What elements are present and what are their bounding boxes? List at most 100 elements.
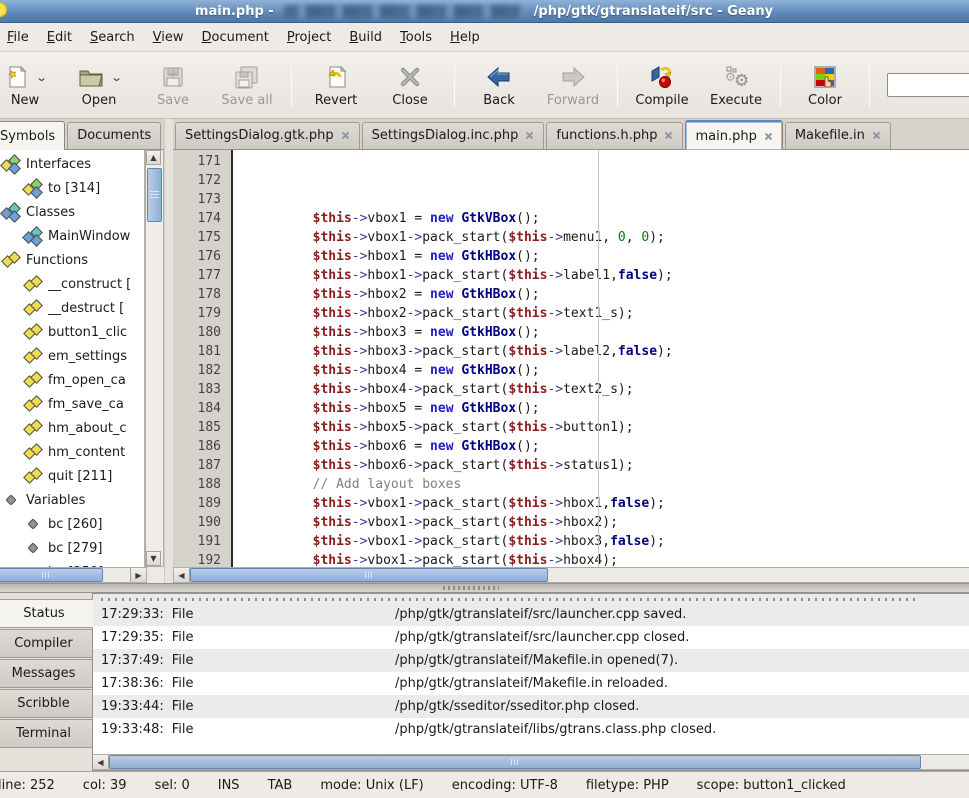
close-button[interactable]: Close — [373, 60, 447, 110]
menu-tools[interactable]: Tools — [391, 26, 441, 49]
scroll-up-button[interactable]: ▲ — [146, 150, 161, 165]
message-path: /php/gtk/gtranslateif/src/launcher.cpp c… — [395, 630, 689, 645]
tree-item-button1-clic[interactable]: button1_clic — [0, 320, 144, 344]
tab-settingsdialog-inc-php[interactable]: SettingsDialog.inc.php — [362, 122, 545, 149]
panel-tab-terminal[interactable]: Terminal — [0, 719, 92, 748]
sidebar-horizontal-scrollbar[interactable]: ▶ — [0, 567, 147, 583]
new-dropdown-icon[interactable]: ⌄ — [35, 71, 48, 84]
titlebar[interactable]: main.php - /php/gtk/gtranslateif/src - G… — [0, 0, 969, 23]
code-line: $this->vbox1->pack_start($this->hbox2); — [250, 513, 969, 532]
message-row[interactable]: 17:29:35:File/php/gtk/gtranslateif/src/l… — [93, 626, 969, 649]
tab-documents[interactable]: Documents — [67, 122, 161, 149]
compile-button[interactable]: Compile — [625, 60, 699, 110]
goto-entry-wrap — [887, 73, 969, 97]
tab-makefile-in[interactable]: Makefile.in — [785, 122, 891, 149]
back-arrow-icon — [485, 63, 513, 91]
execute-button[interactable]: ⚙⚙Execute — [699, 60, 773, 110]
panel-tab-compiler[interactable]: Compiler — [0, 629, 92, 658]
panel-tab-scribble[interactable]: Scribble — [0, 689, 92, 718]
tree-item-label: button1_clic — [48, 325, 127, 340]
tree-item-em-settings[interactable]: em_settings — [0, 344, 144, 368]
scroll-left-button[interactable]: ◀ — [174, 568, 190, 582]
code-text[interactable]: $this->vbox1 = new GtkVBox(); $this->vbo… — [246, 150, 969, 567]
message-row[interactable]: 17:29:33:File/php/gtk/gtranslateif/src/l… — [93, 603, 969, 626]
scroll-left-button[interactable]: ◀ — [93, 755, 109, 769]
menu-edit[interactable]: Edit — [38, 26, 81, 49]
revert-button[interactable]: Revert — [299, 60, 373, 110]
tree-item-fm-open-ca[interactable]: fm_open_ca — [0, 368, 144, 392]
tree-item-variables[interactable]: ▼Variables — [0, 488, 144, 512]
tree-item-bc-279-[interactable]: bc [279] — [0, 536, 144, 560]
tree-item-quit-211-[interactable]: quit [211] — [0, 464, 144, 488]
messages-horizontal-scrollbar[interactable]: ◀ — [93, 754, 969, 770]
symbols-tree: ▼Interfacesto [314]▼ClassesMainWindow▼Fu… — [0, 150, 145, 567]
message-row[interactable]: 19:33:44:File/php/gtk/sseditor/sseditor.… — [93, 695, 969, 718]
menu-document[interactable]: Document — [193, 26, 278, 49]
sidebar-splitter[interactable] — [164, 119, 173, 583]
tree-item-label: bc [260] — [48, 517, 103, 532]
sidebar-vertical-scrollbar[interactable]: ▲ ▼ — [145, 150, 164, 567]
message-row[interactable]: 17:37:49:File/php/gtk/gtranslateif/Makef… — [93, 649, 969, 672]
line-number: 184 — [173, 399, 221, 418]
menu-project[interactable]: Project — [278, 26, 341, 49]
line-number: 186 — [173, 437, 221, 456]
status-item-3: INS — [218, 778, 240, 793]
tab-settingsdialog-gtk-php[interactable]: SettingsDialog.gtk.php — [175, 122, 360, 149]
scroll-right-button[interactable]: ▶ — [130, 568, 146, 582]
sidebar: SymbolsDocuments ▼Interfacesto [314]▼Cla… — [0, 119, 164, 583]
menu-file[interactable]: File — [0, 26, 38, 49]
menu-search[interactable]: Search — [81, 26, 144, 49]
tab-main-php[interactable]: main.php — [685, 120, 782, 150]
open-dropdown-icon[interactable]: ⌄ — [110, 71, 123, 84]
tree-item-classes[interactable]: ▼Classes — [0, 200, 144, 224]
toolbar-separator — [869, 62, 870, 108]
new-button[interactable]: ⌄New — [0, 60, 62, 110]
scrollbar-thumb[interactable] — [190, 568, 548, 582]
tab-close-icon[interactable] — [341, 131, 350, 140]
tree-item-mainwindow[interactable]: MainWindow — [0, 224, 144, 248]
menu-build[interactable]: Build — [340, 26, 391, 49]
menu-help[interactable]: Help — [441, 26, 489, 49]
tree-item-hm-content[interactable]: hm_content — [0, 440, 144, 464]
goto-line-entry[interactable] — [887, 73, 969, 97]
tab-functions-h-php[interactable]: functions.h.php — [546, 122, 683, 149]
message-row[interactable]: 19:33:48:File/php/gtk/gtranslateif/libs/… — [93, 718, 969, 741]
tree-item-fm-save-ca[interactable]: fm_save_ca — [0, 392, 144, 416]
message-label: File — [172, 653, 194, 668]
tree-item--destruct-[interactable]: __destruct [ — [0, 296, 144, 320]
tree-item-interfaces[interactable]: ▼Interfaces — [0, 152, 144, 176]
code-line: $this->vbox1->pack_start($this->hbox3,fa… — [250, 532, 969, 551]
tab-close-icon[interactable] — [872, 131, 881, 140]
status-message-list[interactable]: 17:29:33:File/php/gtk/gtranslateif/src/l… — [92, 593, 969, 771]
scrollbar-thumb[interactable] — [147, 168, 162, 222]
tree-item-bc-260-[interactable]: bc [260] — [0, 512, 144, 536]
back-button[interactable]: Back — [462, 60, 536, 110]
tree-item-functions[interactable]: ▼Functions — [0, 248, 144, 272]
color-button[interactable]: Color — [788, 60, 862, 110]
tree-item-label: em_settings — [48, 349, 127, 364]
panel-splitter[interactable] — [0, 583, 969, 593]
tree-item-bo-259-[interactable]: bo [259] — [0, 560, 144, 567]
message-row[interactable]: 17:38:36:File/php/gtk/gtranslateif/Makef… — [93, 672, 969, 695]
editor-horizontal-scrollbar[interactable]: ◀ — [173, 567, 969, 583]
panel-tab-messages[interactable]: Messages — [0, 659, 92, 688]
line-number: 181 — [173, 342, 221, 361]
open-button[interactable]: ⌄Open — [62, 60, 136, 110]
menu-view[interactable]: View — [144, 26, 193, 49]
tab-close-icon[interactable] — [764, 132, 773, 141]
scroll-down-button[interactable]: ▼ — [146, 551, 161, 566]
scrollbar-thumb[interactable] — [109, 755, 921, 769]
tree-item-hm-about-c[interactable]: hm_about_c — [0, 416, 144, 440]
tree-item--construct-[interactable]: __construct [ — [0, 272, 144, 296]
scrollbar-thumb[interactable] — [0, 568, 103, 582]
panel-tab-status[interactable]: Status — [0, 599, 93, 628]
tree-item-to-314-[interactable]: to [314] — [0, 176, 144, 200]
tab-close-icon[interactable] — [525, 131, 534, 140]
title-left: main.php - — [195, 4, 274, 19]
code-line: $this->hbox6->pack_start($this->status1)… — [250, 456, 969, 475]
tab-close-icon[interactable] — [664, 131, 673, 140]
save-icon — [160, 63, 186, 91]
tab-label: Makefile.in — [795, 128, 865, 143]
tab-symbols[interactable]: Symbols — [0, 121, 65, 150]
code-view[interactable]: 1711721731741751761771781791801811821831… — [173, 150, 969, 567]
